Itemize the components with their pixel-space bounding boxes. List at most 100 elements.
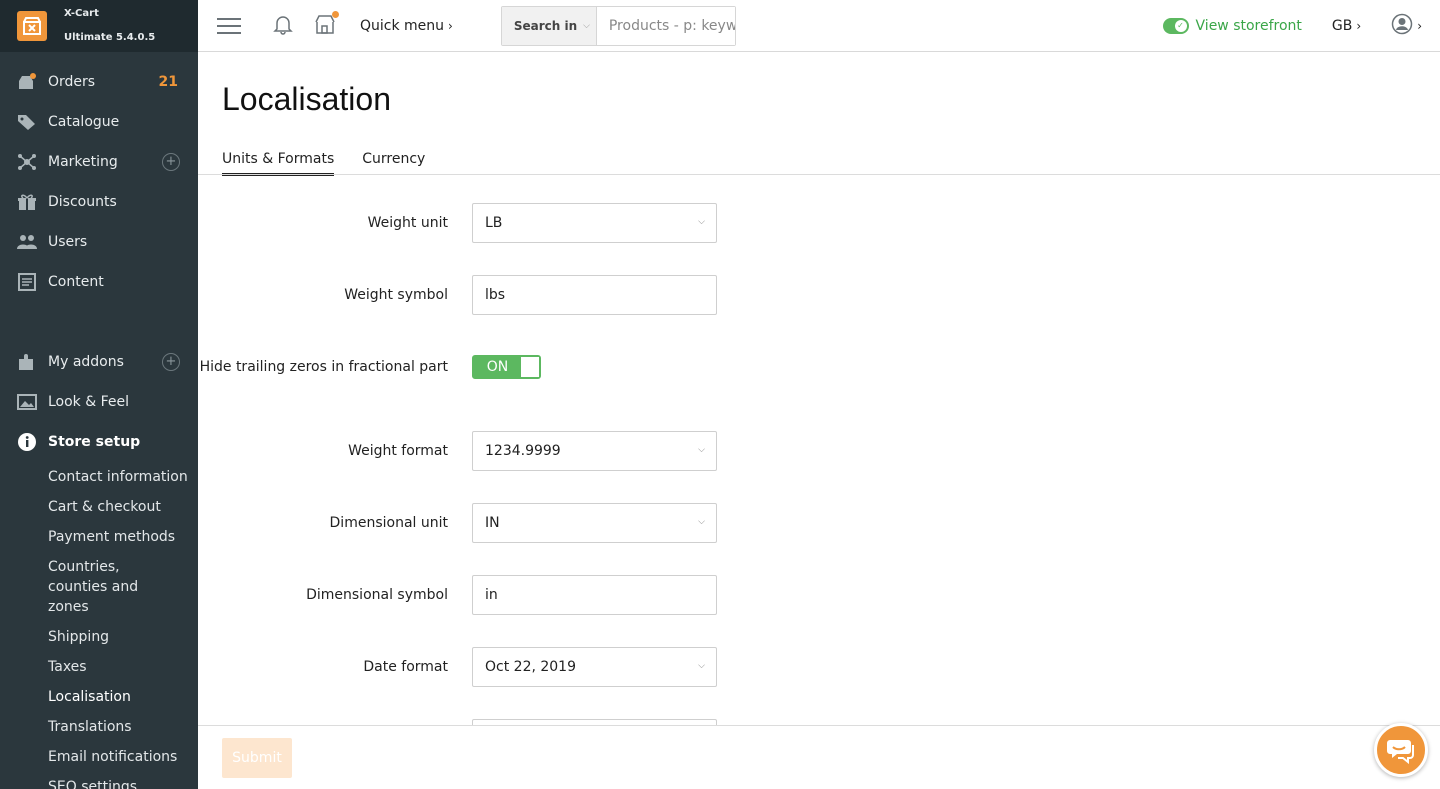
brand: X-Cart Ultimate 5.4.0.5 [0,0,198,52]
info-icon [17,432,37,452]
submenu-contact-information[interactable]: Contact information [48,462,198,492]
weight-unit-select[interactable]: LB ⌵ [472,203,717,243]
sidebar-item-look-feel[interactable]: Look & Feel [0,382,198,422]
submenu-payment-methods[interactable]: Payment methods [48,522,198,552]
users-icon [17,232,37,252]
search-input[interactable] [596,6,735,45]
dimensional-symbol-label: Dimensional symbol [306,587,448,603]
orders-icon [17,72,37,92]
brand-version: Ultimate 5.4.0.5 [64,32,156,43]
submenu-email-notifications[interactable]: Email notifications [48,742,198,772]
hamburger-menu-icon[interactable] [217,16,241,36]
orders-count-badge: 21 [158,74,178,90]
view-storefront-label: View storefront [1195,17,1302,34]
sidebar-item-discounts[interactable]: Discounts [0,182,198,222]
weight-format-row: Weight format 1234.9999 ⌵ [198,431,918,471]
image-icon [17,392,37,412]
xcart-logo-icon[interactable] [17,11,47,41]
sidebar-nav: Orders 21 Catalogue Marketing + Discount… [0,52,198,789]
chevron-right-icon: › [448,18,453,33]
puzzle-icon [17,352,37,372]
chevron-down-icon: ⌵ [698,661,705,671]
sidebar-item-catalogue[interactable]: Catalogue [0,102,198,142]
dimensional-unit-select[interactable]: IN ⌵ [472,503,717,543]
brand-name: X-Cart [64,8,99,19]
hide-zeros-row: Hide trailing zeros in fractional part O… [198,347,918,379]
sidebar-item-my-addons[interactable]: My addons + [0,342,198,382]
dimensional-unit-value: IN [485,515,500,531]
sidebar-item-users[interactable]: Users [0,222,198,262]
network-icon [17,152,37,172]
tabs-divider [198,174,1440,175]
chevron-right-icon: › [1417,18,1422,33]
weight-format-label: Weight format [348,443,448,459]
chat-support-icon[interactable] [1374,723,1428,777]
tab-units-formats[interactable]: Units & Formats [222,151,335,176]
submenu-taxes[interactable]: Taxes [48,652,198,682]
sidebar-item-marketing[interactable]: Marketing + [0,142,198,182]
notification-dot [332,10,339,18]
dimensional-symbol-row: Dimensional symbol [198,575,918,615]
submenu-seo-settings[interactable]: SEO settings [48,772,198,789]
date-format-row: Date format Oct 22, 2019 ⌵ [198,647,918,687]
chevron-down-icon: ⌵ [698,217,705,227]
language-label: GB [1331,17,1353,34]
sidebar-item-label: Orders [48,74,96,90]
top-bar: Quick menu› Search in⌵ ✓ View storefront… [198,0,1440,52]
brand-text: X-Cart Ultimate 5.4.0.5 [64,2,155,50]
sidebar-item-label: Look & Feel [48,394,130,410]
quick-menu-label: Quick menu [360,17,445,34]
chevron-down-icon: ⌵ [698,517,705,527]
addons-add-icon[interactable]: + [162,353,180,371]
sidebar-item-orders[interactable]: Orders 21 [0,62,198,102]
store-notifications-icon[interactable] [314,10,339,39]
hide-zeros-label: Hide trailing zeros in fractional part [199,359,448,375]
submenu-cart-checkout[interactable]: Cart & checkout [48,492,198,522]
sidebar-item-label: Store setup [48,434,141,450]
weight-symbol-label: Weight symbol [344,287,448,303]
date-format-value: Oct 22, 2019 [485,659,576,675]
weight-format-select[interactable]: 1234.9999 ⌵ [472,431,717,471]
chevron-right-icon: › [1356,18,1362,33]
submenu-translations[interactable]: Translations [48,712,198,742]
store-setup-submenu: Contact information Cart & checkout Paym… [0,462,198,789]
submenu-countries-zones[interactable]: Countries, counties and zones [48,552,178,622]
sidebar-item-label: Content [48,274,104,290]
sticky-footer: Submit [198,725,1440,789]
chevron-down-icon: ⌵ [698,445,705,455]
submenu-localisation[interactable]: Localisation [48,682,198,712]
language-selector[interactable]: GB › [1332,18,1361,34]
weight-symbol-input[interactable] [472,275,717,315]
page-title: Localisation [222,81,391,117]
submit-button[interactable]: Submit [222,738,292,778]
weight-symbol-row: Weight symbol [198,275,918,315]
dimensional-unit-row: Dimensional unit IN ⌵ [198,503,918,543]
marketing-add-icon[interactable]: + [162,153,180,171]
main-content: Localisation Units & Formats Currency We… [198,53,1440,725]
dimensional-symbol-input[interactable] [472,575,717,615]
toggle-on-label: ON [474,357,521,377]
view-storefront-link[interactable]: ✓ View storefront [1162,17,1302,34]
weight-unit-row: Weight unit LB ⌵ [198,203,918,243]
bell-icon[interactable] [272,13,294,39]
sidebar-item-label: Catalogue [48,114,120,130]
weight-format-value: 1234.9999 [485,443,561,459]
quick-menu-button[interactable]: Quick menu › [360,18,453,34]
sidebar-item-label: Discounts [48,194,117,210]
tag-icon [17,112,37,132]
date-format-select[interactable]: Oct 22, 2019 ⌵ [472,647,717,687]
search-in-dropdown[interactable]: Search in ⌵ [501,6,597,45]
sidebar-item-store-setup[interactable]: Store setup [0,422,198,462]
tab-currency[interactable]: Currency [362,151,425,176]
sidebar-item-label: Users [48,234,88,250]
tabs: Units & Formats Currency [222,151,453,176]
sidebar: X-Cart Ultimate 5.4.0.5 Orders 21 Catalo… [0,0,198,789]
submenu-shipping[interactable]: Shipping [48,622,198,652]
sidebar-item-content[interactable]: Content [0,262,198,302]
user-menu[interactable]: › [1391,13,1422,39]
content-icon [17,272,37,292]
sidebar-item-label: My addons [48,354,124,370]
user-avatar-icon [1391,13,1413,39]
hide-zeros-toggle[interactable]: ON [472,355,541,379]
weight-unit-label: Weight unit [367,215,448,231]
